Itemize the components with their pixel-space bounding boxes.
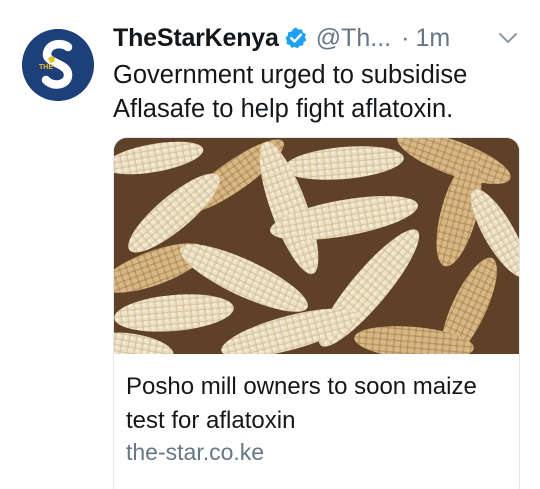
maize-photo bbox=[114, 138, 519, 354]
display-name[interactable]: TheStarKenya bbox=[113, 24, 279, 53]
card-title[interactable]: Posho mill owners to soon maize test for… bbox=[126, 370, 511, 438]
tweet[interactable]: THE TheStarKenya @Th... · 1m Government … bbox=[0, 0, 540, 489]
chevron-down-icon[interactable] bbox=[497, 30, 519, 46]
card-domain[interactable]: the-star.co.ke bbox=[126, 439, 264, 466]
tweet-header: TheStarKenya @Th... · 1m bbox=[113, 22, 450, 54]
avatar[interactable]: THE bbox=[22, 29, 94, 101]
link-card[interactable]: Posho mill owners to soon maize test for… bbox=[113, 137, 520, 489]
avatar-logo-icon: THE bbox=[22, 29, 94, 101]
tweet-text: Government urged to subsidise Aflasafe t… bbox=[113, 61, 468, 123]
verified-badge-icon bbox=[284, 26, 308, 50]
svg-text:THE: THE bbox=[39, 64, 53, 71]
timestamp[interactable]: 1m bbox=[415, 24, 450, 53]
separator-dot: · bbox=[401, 23, 410, 52]
handle[interactable]: @Th... bbox=[316, 24, 391, 53]
card-image[interactable] bbox=[114, 138, 519, 354]
